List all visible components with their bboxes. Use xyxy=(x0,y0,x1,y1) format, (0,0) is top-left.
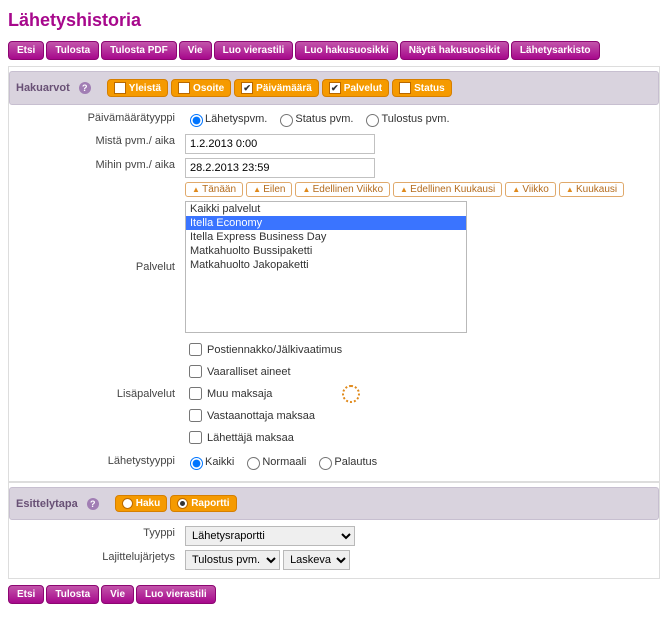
service-option[interactable]: Itella Express Business Day xyxy=(186,230,466,244)
label-palvelut: Palvelut xyxy=(13,199,181,335)
view-tab[interactable]: Haku xyxy=(115,495,167,512)
services-listbox[interactable]: Kaikki palvelutItella EconomyItella Expr… xyxy=(185,201,467,333)
tyyppi-select[interactable]: Lähetysraportti xyxy=(185,526,355,546)
view-tabs: HakuRaportti xyxy=(115,495,237,512)
lahetystyyppi-radio[interactable]: Palautus xyxy=(314,454,377,470)
lahetystyyppi-radios: Kaikki Normaali Palautus xyxy=(181,452,655,475)
service-option[interactable]: Matkahuolto Jakopaketti xyxy=(186,258,466,272)
toolbar-button[interactable]: Lähetysarkisto xyxy=(511,41,600,60)
lisapalvelu-checkbox[interactable]: Vaaralliset aineet xyxy=(185,362,651,381)
label-mihin: Mihin pvm./ aika xyxy=(13,156,181,180)
help-icon[interactable]: ? xyxy=(87,498,99,510)
loading-icon xyxy=(342,385,360,403)
lisapalvelu-checkbox[interactable]: Vastaanottaja maksaa xyxy=(185,406,651,425)
label-lahetystyyppi: Lähetystyyppi xyxy=(13,452,181,475)
toolbar-button[interactable]: Vie xyxy=(179,41,212,60)
label-mista: Mistä pvm./ aika xyxy=(13,132,181,156)
mihin-input[interactable] xyxy=(185,158,375,178)
filter-tab[interactable]: Osoite xyxy=(171,79,231,97)
section-esittelytapa: Esittelytapa ? HakuRaportti xyxy=(9,487,659,520)
quick-date-button[interactable]: Eilen xyxy=(246,182,292,197)
pvm-radio[interactable]: Tulostus pvm. xyxy=(361,111,449,127)
toolbar-button[interactable]: Luo vierastili xyxy=(136,585,216,604)
lisapalvelu-checkbox[interactable]: Lähettäjä maksaa xyxy=(185,428,651,447)
pvm-tyyppi-radios: Lähetyspvm. Status pvm. Tulostus pvm. xyxy=(181,109,655,132)
section-hakuarvot: Hakuarvot ? YleistäOsoite✔Päivämäärä✔Pal… xyxy=(9,71,659,105)
help-icon[interactable]: ? xyxy=(79,82,91,94)
filter-tab[interactable]: ✔Palvelut xyxy=(322,79,389,97)
label-tyyppi: Tyyppi xyxy=(13,524,181,548)
quick-date-button[interactable]: Tänään xyxy=(185,182,243,197)
toolbar-button[interactable]: Tulosta xyxy=(46,585,99,604)
lisapalvelu-checkbox[interactable]: Muu maksaja xyxy=(185,384,651,403)
label-lisapalvelut: Lisäpalvelut xyxy=(13,335,181,452)
mista-input[interactable] xyxy=(185,134,375,154)
quick-date-button[interactable]: Edellinen Kuukausi xyxy=(393,182,502,197)
quick-date-button[interactable]: Kuukausi xyxy=(559,182,624,197)
section-label: Esittelytapa xyxy=(16,498,78,510)
pvm-radio[interactable]: Lähetyspvm. xyxy=(185,111,267,127)
service-option[interactable]: Kaikki palvelut xyxy=(186,202,466,216)
filter-tab[interactable]: Status xyxy=(392,79,452,97)
filter-tab[interactable]: ✔Päivämäärä xyxy=(234,79,319,97)
toolbar-button[interactable]: Näytä hakusuosikit xyxy=(400,41,509,60)
pvm-radio[interactable]: Status pvm. xyxy=(275,111,353,127)
view-tab[interactable]: Raportti xyxy=(170,495,236,512)
top-toolbar: EtsiTulostaTulosta PDFVieLuo vierastiliL… xyxy=(8,41,660,60)
lahetystyyppi-radio[interactable]: Normaali xyxy=(242,454,306,470)
toolbar-button[interactable]: Tulosta PDF xyxy=(101,41,177,60)
filter-tabs: YleistäOsoite✔Päivämäärä✔PalvelutStatus xyxy=(107,79,452,97)
sort-field-select[interactable]: Tulostus pvm. xyxy=(185,550,280,570)
lisapalvelu-checkbox[interactable]: Postiennakko/Jälkivaatimus xyxy=(185,340,651,359)
section-label: Hakuarvot xyxy=(16,82,70,94)
page-title: Lähetyshistoria xyxy=(8,10,660,31)
toolbar-button[interactable]: Etsi xyxy=(8,585,44,604)
sort-dir-select[interactable]: Laskeva xyxy=(283,550,350,570)
lahetystyyppi-radio[interactable]: Kaikki xyxy=(185,454,234,470)
lisapalvelut-group: Postiennakko/Jälkivaatimus Vaaralliset ai… xyxy=(181,335,655,452)
toolbar-button[interactable]: Luo hakusuosikki xyxy=(295,41,397,60)
quick-date-button[interactable]: Edellinen Viikko xyxy=(295,182,390,197)
service-option[interactable]: Itella Economy xyxy=(186,216,466,230)
quick-date-button[interactable]: Viikko xyxy=(505,182,556,197)
toolbar-button[interactable]: Etsi xyxy=(8,41,44,60)
service-option[interactable]: Matkahuolto Bussipaketti xyxy=(186,244,466,258)
toolbar-button[interactable]: Luo vierastili xyxy=(214,41,294,60)
toolbar-button[interactable]: Vie xyxy=(101,585,134,604)
filter-tab[interactable]: Yleistä xyxy=(107,79,168,97)
bottom-toolbar: EtsiTulostaVieLuo vierastili xyxy=(8,585,660,604)
quick-date-row: TänäänEilenEdellinen ViikkoEdellinen Kuu… xyxy=(181,180,655,199)
toolbar-button[interactable]: Tulosta xyxy=(46,41,99,60)
label-lajittelu: Lajittelujärjetys xyxy=(13,548,181,572)
label-pvmtyyppi: Päivämäärätyyppi xyxy=(13,109,181,132)
